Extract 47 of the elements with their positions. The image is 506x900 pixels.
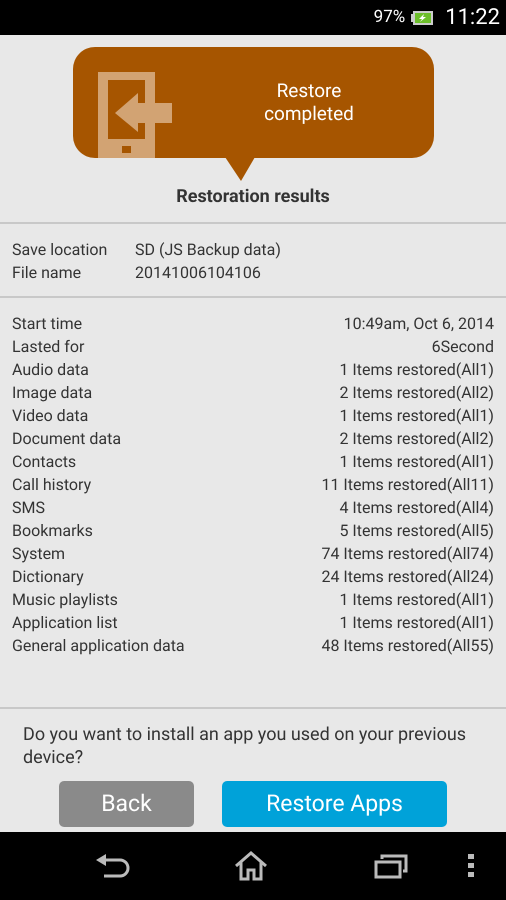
- restore-apps-button[interactable]: Restore Apps: [222, 781, 447, 827]
- back-button[interactable]: Back: [59, 781, 194, 827]
- result-value: 1 Items restored(All1): [339, 359, 494, 381]
- install-question: Do you want to install an app you used on your previous device?: [22, 723, 468, 769]
- result-value: 2 Items restored(All2): [339, 428, 494, 450]
- result-value: 10:49am, Oct 6, 2014: [344, 313, 494, 335]
- result-label: Image data: [12, 382, 92, 404]
- result-label: Document data: [12, 428, 122, 450]
- result-value: 1 Items restored(All1): [339, 589, 494, 611]
- overflow-menu-icon[interactable]: [468, 854, 474, 878]
- result-value: 5 Items restored(All5): [339, 520, 494, 542]
- info-label: Save location: [12, 239, 108, 261]
- result-label: Dictionary: [12, 566, 84, 588]
- home-icon[interactable]: [234, 851, 268, 881]
- result-label: Music playlists: [12, 589, 118, 611]
- result-label: Start time: [12, 313, 82, 335]
- info-label: File name: [12, 262, 82, 284]
- result-value: 1 Items restored(All1): [339, 405, 494, 427]
- result-label: Call history: [12, 474, 92, 496]
- phone-arrow-icon: [98, 72, 172, 158]
- result-value: 48 Items restored(All55): [321, 635, 494, 657]
- back-icon[interactable]: [96, 853, 130, 879]
- result-label: Contacts: [12, 451, 76, 473]
- result-label: Bookmarks: [12, 520, 93, 542]
- battery-charging-icon: [411, 10, 434, 26]
- banner-text: Restore completed: [263, 79, 355, 127]
- clock: 11:22: [445, 4, 500, 32]
- result-value: 1 Items restored(All1): [339, 451, 494, 473]
- info-value: 20141006104106: [135, 262, 261, 284]
- result-label: Application list: [12, 612, 118, 634]
- result-value: 1 Items restored(All1): [339, 612, 494, 634]
- result-label: Lasted for: [12, 336, 84, 358]
- result-label: Audio data: [12, 359, 89, 381]
- info-value: SD (JS Backup data): [135, 239, 281, 261]
- result-value: 24 Items restored(All24): [321, 566, 494, 588]
- result-label: SMS: [12, 497, 45, 519]
- result-label: System: [12, 543, 66, 565]
- result-value: 74 Items restored(All74): [321, 543, 494, 565]
- result-label: General application data: [12, 635, 185, 657]
- result-value: 4 Items restored(All4): [339, 497, 494, 519]
- result-value: 2 Items restored(All2): [339, 382, 494, 404]
- result-value: 6Second: [432, 336, 494, 358]
- result-label: Video data: [12, 405, 88, 427]
- result-value: 11 Items restored(All11): [321, 474, 494, 496]
- battery-percent: 97%: [374, 6, 406, 29]
- recent-apps-icon[interactable]: [374, 853, 408, 879]
- results-title: Restoration results: [176, 185, 330, 209]
